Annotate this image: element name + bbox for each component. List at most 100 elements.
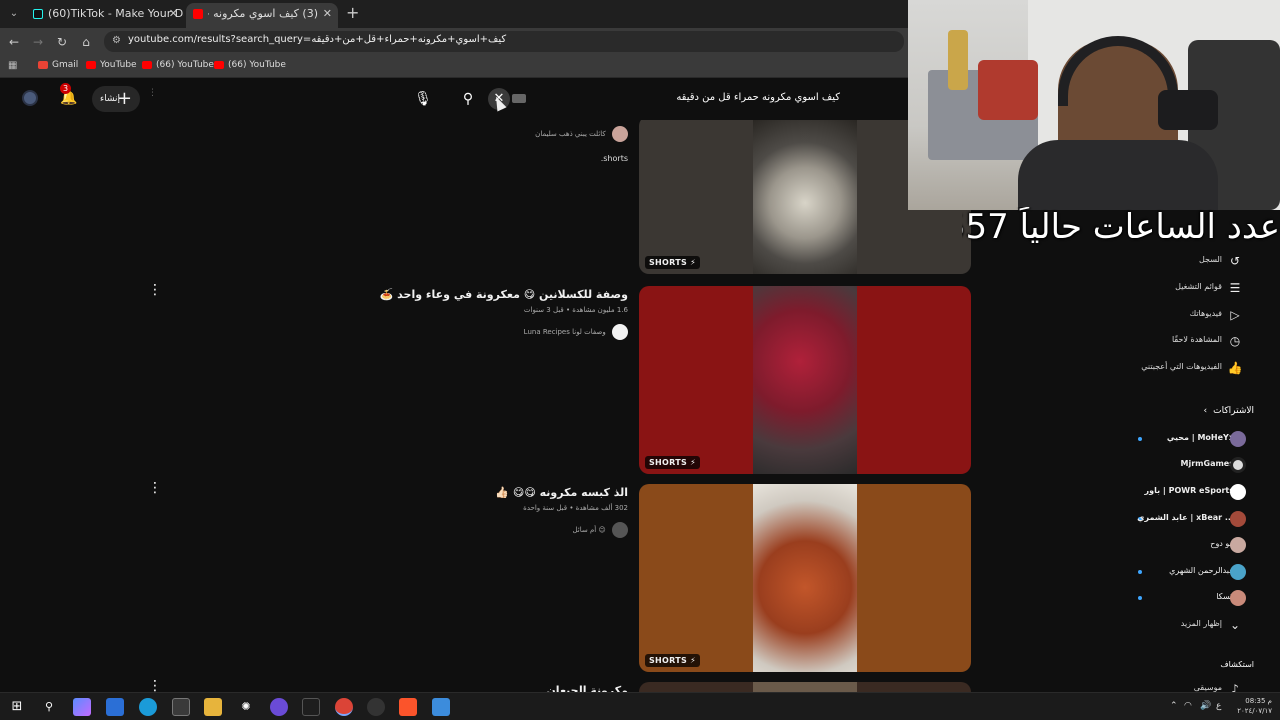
tiktok-icon — [33, 9, 43, 19]
thumbnail-image — [753, 286, 857, 474]
file-explorer-icon[interactable] — [204, 698, 222, 716]
video-thumbnail[interactable]: SHORTS ⚡ — [639, 286, 971, 474]
bookmark-gmail[interactable]: Gmail — [38, 60, 78, 70]
video-thumbnail[interactable]: SHORTS ⚡ — [639, 484, 971, 672]
edge-icon[interactable] — [139, 698, 157, 716]
close-tab-icon[interactable]: ✕ — [323, 3, 332, 25]
app-icon-2[interactable] — [432, 698, 450, 716]
obs-icon[interactable] — [270, 698, 288, 716]
clock-icon: ◷ — [1229, 334, 1241, 348]
chrome-icon[interactable] — [335, 698, 353, 716]
subscription-item[interactable]: ابو دوح — [1110, 534, 1272, 556]
subscription-item[interactable]: محيي | MoHeYx — [1110, 428, 1272, 450]
channel-avatar[interactable] — [612, 126, 628, 142]
account-avatar[interactable] — [22, 90, 38, 106]
address-bar-row: ← → ↻ ⌂ ⚙ youtube.com/results?search_que… — [0, 28, 910, 55]
sidebar-item-playlists[interactable]: قوائم التشغيل ☰ — [1110, 277, 1270, 299]
clock[interactable]: 08:35 م ٢٠٢٤/٠٧/١٧ — [1237, 696, 1272, 716]
store-icon[interactable] — [172, 698, 190, 716]
subscription-item[interactable]: كسكا — [1110, 587, 1272, 609]
terminal-icon[interactable] — [302, 698, 320, 716]
search-icon[interactable]: ⚲ — [454, 86, 482, 112]
tab-search-icon[interactable]: ⌄ — [6, 6, 22, 22]
video-thumbnail[interactable] — [639, 682, 971, 692]
close-tab-icon[interactable]: ✕ — [169, 3, 178, 25]
subscription-item[interactable]: عابد الشمري | xBear ... — [1110, 508, 1272, 530]
reload-icon[interactable]: ↻ — [54, 34, 70, 50]
subscriptions-heading[interactable]: ‹ الاشتراكات — [1204, 406, 1254, 416]
search-icon[interactable]: ⚲ — [40, 698, 58, 716]
more-actions-icon[interactable]: ⋮ — [148, 480, 162, 496]
result-item[interactable]: ⋮ وصفة للكسلانين 😋 معكرونة في وعاء واحد … — [0, 282, 1000, 476]
channel-avatar — [1230, 511, 1246, 527]
url-field[interactable]: ⚙ youtube.com/results?search_query=كيف+ا… — [104, 31, 904, 52]
channel-avatar — [1230, 431, 1246, 447]
site-info-icon[interactable]: ⚙ — [112, 35, 121, 46]
notification-count-badge: 3 — [60, 83, 72, 94]
youtube-icon — [86, 61, 96, 69]
copilot-icon[interactable] — [73, 698, 91, 716]
bookmark-youtube-2[interactable]: (66) YouTube — [142, 60, 214, 70]
channel-name[interactable]: Luna Recipes وصفات لونا — [524, 324, 628, 340]
result-title[interactable]: الذ كبسه مكرونه 😋😋 👍🏻 — [495, 486, 628, 499]
forward-icon[interactable]: → — [30, 34, 46, 50]
result-title[interactable]: مكرونة الجيعان — [546, 684, 628, 692]
outlook-icon[interactable] — [106, 698, 124, 716]
create-button[interactable]: إنشاء + — [92, 86, 140, 112]
tab-title: (3) كيف اسوي مكرونه حمراء قل ... — [208, 7, 318, 20]
search-input[interactable]: كيف اسوي مكرونه حمراء قل من دقيقه — [540, 92, 840, 103]
openai-icon[interactable]: ✺ — [237, 698, 255, 716]
webcam-microphone — [1158, 90, 1218, 130]
brave-icon[interactable] — [399, 698, 417, 716]
more-actions-icon[interactable]: ⋮ — [148, 282, 162, 298]
result-item[interactable]: ⋮ مكرونة الجيعان — [0, 678, 1000, 692]
sidebar-item-your-videos[interactable]: فيديوهاتك ▷ — [1110, 304, 1270, 326]
apps-grid-icon[interactable]: ▦ — [8, 60, 20, 72]
volume-icon[interactable]: 🔊 — [1200, 701, 1211, 711]
keyboard-icon[interactable] — [512, 94, 526, 103]
sidebar-item-watch-later[interactable]: المشاهدة لاحقًا ◷ — [1110, 330, 1270, 352]
tab-youtube-search[interactable]: (3) كيف اسوي مكرونه حمراء قل ... ✕ — [186, 3, 338, 28]
bookmark-youtube-3[interactable]: (66) YouTube — [214, 60, 286, 70]
channel-avatar[interactable] — [612, 522, 628, 538]
result-meta: 1.6 مليون مشاهدة • قبل 3 سنوات — [523, 306, 628, 314]
show-more-button[interactable]: إظهار المزيد ⌄ — [1110, 614, 1270, 636]
bookmarks-bar: ▦ Gmail YouTube (66) YouTube (66) YouTub… — [0, 55, 910, 78]
windows-start-icon[interactable]: ⊞ — [8, 698, 26, 716]
new-tab-icon[interactable]: + — [346, 3, 359, 22]
thumbnail-image — [753, 682, 857, 692]
subscription-item[interactable]: MjrmGames — [1110, 454, 1272, 476]
input-language[interactable]: ع — [1216, 701, 1221, 711]
shorts-badge: SHORTS ⚡ — [645, 654, 701, 667]
youtube-icon — [142, 61, 152, 69]
voice-search-mic-icon[interactable]: 🎙 — [410, 86, 436, 112]
channel-avatar — [1230, 590, 1246, 606]
like-icon: 👍 — [1227, 361, 1243, 375]
more-actions-icon[interactable]: ⋮ — [148, 678, 162, 692]
tray-chevron-up-icon[interactable]: ⌃ — [1170, 701, 1178, 711]
result-title[interactable]: وصفة للكسلانين 😋 معكرونة في وعاء واحد 🍝 — [380, 288, 628, 301]
result-item[interactable]: كاثلت يبني ذهب سليمان shorts. SHORTS ⚡ — [0, 120, 1000, 280]
sidebar-item-liked-videos[interactable]: الفيديوهات التي أعجبتني 👍 — [1110, 357, 1270, 379]
subscription-item[interactable]: عبدالرحمن الشهري — [1110, 561, 1272, 583]
channel-avatar[interactable] — [612, 324, 628, 340]
header-dots-icon: ⋮ — [148, 88, 157, 98]
channel-name[interactable]: كاثلت يبني ذهب سليمان — [535, 126, 628, 142]
wifi-icon[interactable]: ◠ — [1184, 701, 1192, 711]
subscription-item[interactable]: باور | POWR eSports — [1110, 481, 1272, 503]
tab-tiktok[interactable]: (60)TikTok - Make Your Day ✕ — [26, 3, 184, 28]
youtube-sidebar: السجل ↺ قوائم التشغيل ☰ فيديوهاتك ▷ المش… — [1110, 250, 1280, 696]
webcam-box — [978, 60, 1038, 120]
channel-name[interactable]: أم سائل 😉 — [572, 522, 628, 538]
back-icon[interactable]: ← — [6, 34, 22, 50]
plus-icon: + — [116, 88, 132, 109]
tab-title: (60)TikTok - Make Your Day — [48, 7, 184, 20]
webcam-can — [948, 30, 968, 90]
sidebar-item-history[interactable]: السجل ↺ — [1110, 250, 1270, 272]
app-icon[interactable] — [367, 698, 385, 716]
result-item[interactable]: ⋮ الذ كبسه مكرونه 😋😋 👍🏻 302 ألف مشاهدة •… — [0, 480, 1000, 674]
chevron-down-icon: ⌄ — [1229, 618, 1241, 632]
notifications-bell-icon[interactable]: 🔔 3 — [60, 83, 78, 107]
bookmark-youtube[interactable]: YouTube — [86, 60, 137, 70]
home-icon[interactable]: ⌂ — [78, 34, 94, 50]
